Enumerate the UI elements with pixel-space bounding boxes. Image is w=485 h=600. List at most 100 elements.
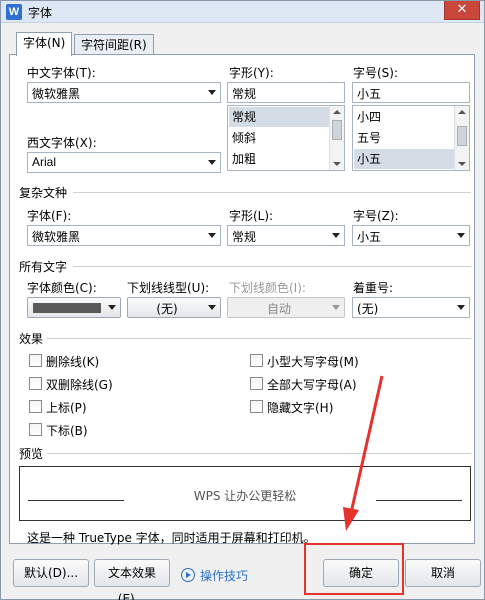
small-caps-checkbox[interactable]: 小型大写字母(M): [250, 353, 380, 369]
complex-style-value: 常规: [232, 230, 257, 244]
size-option-small-five[interactable]: 小五: [354, 149, 455, 169]
underline-color-label: 下划线颜色(I):: [229, 281, 306, 295]
tips-link-label: 操作技巧: [200, 569, 249, 583]
checkbox-box[interactable]: [29, 400, 42, 413]
checkbox-box[interactable]: [250, 377, 263, 390]
chevron-down-icon: [208, 233, 216, 238]
complex-section-title: 复杂文种: [19, 186, 68, 200]
chevron-down-icon: [208, 305, 216, 310]
western-font-label: 西文字体(X):: [27, 136, 97, 150]
chevron-down-icon: [108, 305, 116, 310]
checkbox-box[interactable]: [29, 423, 42, 436]
chevron-down-icon: [208, 160, 216, 165]
scroll-up-icon[interactable]: [333, 110, 341, 114]
size-input[interactable]: 小五: [352, 82, 470, 103]
western-font-select[interactable]: Arial: [27, 152, 221, 173]
underline-style-value: (无): [156, 302, 178, 316]
strikethrough-checkbox[interactable]: 删除线(K): [29, 353, 139, 369]
style-input-value: 常规: [232, 87, 257, 101]
strikethrough-label: 删除线(K): [46, 355, 100, 369]
underline-style-label: 下划线线型(U):: [127, 281, 210, 295]
dialog-title: 字体: [28, 6, 53, 20]
size-option-small-four[interactable]: 小四: [354, 107, 381, 127]
wps-writer-icon: W: [6, 4, 22, 20]
title-bar: W 字体 ✕: [1, 1, 484, 23]
size-option-five[interactable]: 五号: [354, 128, 381, 148]
scroll-up-icon[interactable]: [458, 110, 466, 114]
scroll-thumb[interactable]: [332, 120, 342, 140]
divider: [73, 266, 471, 267]
effects-section-title: 效果: [19, 332, 44, 346]
font-color-picker[interactable]: [27, 297, 121, 318]
hidden-text-checkbox[interactable]: 隐藏文字(H): [250, 399, 380, 415]
tab-font[interactable]: 字体(N): [16, 32, 73, 56]
complex-font-label: 字体(F):: [27, 209, 72, 223]
superscript-label: 上标(P): [46, 401, 87, 415]
default-button[interactable]: 默认(D)...: [13, 559, 89, 587]
underline-color-select: 自动: [227, 297, 345, 318]
complex-size-label: 字号(Z):: [353, 209, 399, 223]
size-list[interactable]: 小四 五号 小五: [352, 105, 470, 171]
style-list[interactable]: 常规 倾斜 加粗: [227, 105, 345, 171]
chevron-down-icon: [208, 90, 216, 95]
double-strikethrough-checkbox[interactable]: 双删除线(G): [29, 376, 139, 392]
emphasis-label: 着重号:: [353, 281, 394, 295]
style-option-italic[interactable]: 倾斜: [229, 128, 256, 148]
hidden-text-label: 隐藏文字(H): [267, 401, 334, 415]
scroll-down-icon[interactable]: [458, 162, 466, 166]
size-list-scrollbar[interactable]: [454, 106, 469, 170]
small-caps-label: 小型大写字母(M): [267, 355, 359, 369]
divider: [47, 338, 471, 339]
chinese-font-value: 微软雅黑: [32, 87, 81, 101]
style-option-regular[interactable]: 常规: [229, 107, 330, 127]
all-caps-label: 全部大写字母(A): [267, 378, 357, 392]
chevron-down-icon: [457, 233, 465, 238]
text-effect-button[interactable]: 文本效果(E)...: [94, 559, 170, 600]
preview-section-title: 预览: [19, 447, 44, 461]
chevron-down-icon: [457, 305, 465, 310]
preview-box: WPS 让办公更轻松: [19, 466, 471, 521]
preview-text: WPS 让办公更轻松: [193, 489, 297, 503]
complex-style-select[interactable]: 常规: [227, 225, 345, 246]
scroll-down-icon[interactable]: [333, 162, 341, 166]
complex-font-select[interactable]: 微软雅黑: [27, 225, 221, 246]
font-color-label: 字体颜色(C):: [27, 281, 97, 295]
play-circle-icon: [181, 568, 195, 582]
checkbox-box[interactable]: [250, 400, 263, 413]
font-color-swatch: [33, 303, 101, 313]
all-caps-checkbox[interactable]: 全部大写字母(A): [250, 376, 380, 392]
complex-size-select[interactable]: 小五: [352, 225, 470, 246]
style-label: 字形(Y):: [229, 66, 274, 80]
size-input-value: 小五: [357, 87, 382, 101]
checkbox-box[interactable]: [250, 354, 263, 367]
complex-font-value: 微软雅黑: [32, 230, 81, 244]
close-button[interactable]: ✕: [444, 1, 480, 20]
size-label: 字号(S):: [353, 66, 399, 80]
font-note: 这是一种 TrueType 字体，同时适用于屏幕和打印机。: [27, 531, 316, 545]
all-text-section-title: 所有文字: [19, 260, 68, 274]
complex-style-label: 字形(L):: [229, 209, 274, 223]
western-font-value: Arial: [32, 155, 57, 169]
tab-char-spacing[interactable]: 字符间距(R): [74, 34, 154, 56]
style-input[interactable]: 常规: [227, 82, 345, 103]
cancel-button[interactable]: 取消: [405, 559, 481, 587]
superscript-checkbox[interactable]: 上标(P): [29, 399, 139, 415]
emphasis-select[interactable]: (无): [352, 297, 470, 318]
style-list-scrollbar[interactable]: [329, 106, 344, 170]
subscript-checkbox[interactable]: 下标(B): [29, 422, 139, 438]
scroll-thumb[interactable]: [457, 126, 467, 146]
complex-size-value: 小五: [357, 230, 382, 244]
style-option-bold[interactable]: 加粗: [229, 149, 256, 169]
emphasis-value: (无): [357, 302, 379, 316]
subscript-label: 下标(B): [46, 424, 88, 438]
underline-color-value: 自动: [266, 302, 291, 316]
font-dialog: W 字体 ✕ 字体(N) 字符间距(R) 中文字体(T): 微软雅黑 字形(Y)…: [0, 0, 485, 600]
checkbox-box[interactable]: [29, 354, 42, 367]
chevron-down-icon: [332, 233, 340, 238]
divider: [73, 192, 471, 193]
underline-style-select[interactable]: (无): [127, 297, 221, 318]
checkbox-box[interactable]: [29, 377, 42, 390]
chinese-font-select[interactable]: 微软雅黑: [27, 82, 221, 103]
divider: [47, 453, 471, 454]
highlight-box: [304, 543, 404, 595]
